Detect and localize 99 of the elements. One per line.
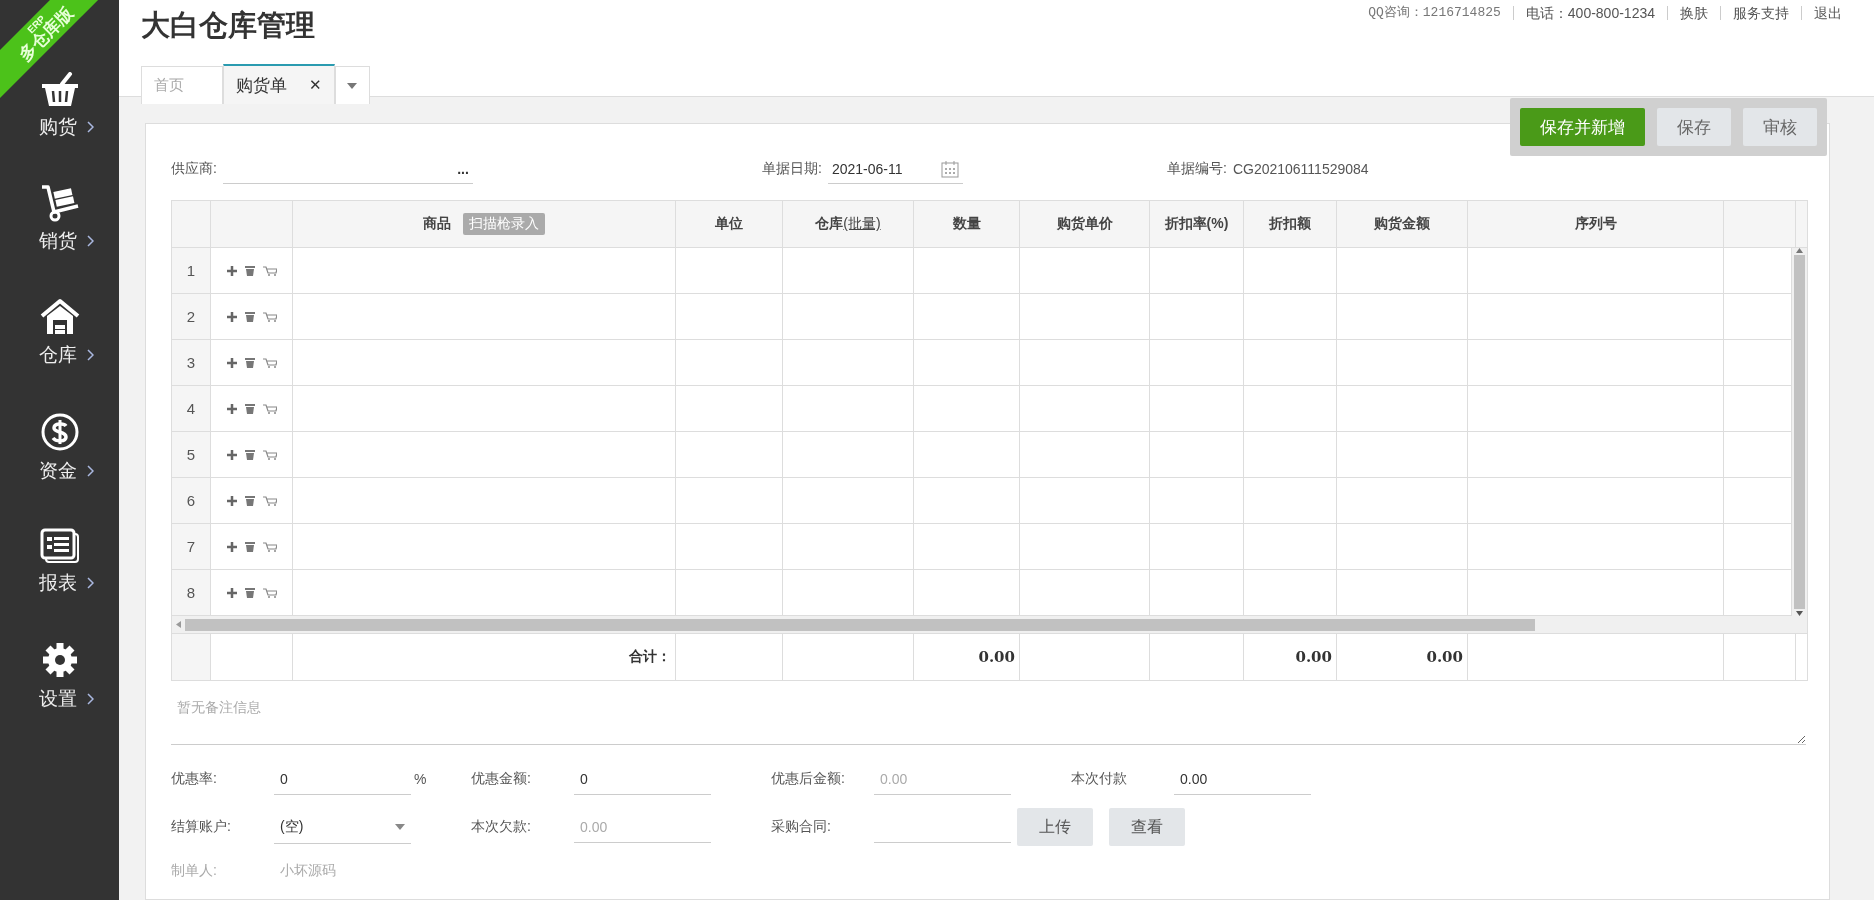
row-number: 7: [172, 524, 211, 570]
total-value: 0.00: [1244, 634, 1337, 680]
trash-icon[interactable]: [244, 403, 255, 414]
field-label: 本次欠款:: [471, 818, 532, 836]
row-number: 5: [172, 432, 211, 478]
supplier-label: 供应商:: [171, 160, 217, 178]
chevron-icon: [87, 465, 94, 477]
header-link[interactable]: QQ咨询：1216714825: [1356, 6, 1513, 20]
row-number: 6: [172, 478, 211, 524]
date-label: 单据日期:: [762, 160, 822, 178]
cart-icon[interactable]: [262, 357, 277, 368]
add-icon[interactable]: [226, 587, 237, 598]
cart-icon[interactable]: [262, 449, 277, 460]
header-link[interactable]: 换肤: [1667, 6, 1720, 20]
tab[interactable]: 购货单 ✕: [223, 64, 335, 104]
cart-icon[interactable]: [262, 495, 277, 506]
sidebar-item[interactable]: 设置: [9, 640, 110, 712]
vertical-scrollbar[interactable]: [1791, 248, 1807, 616]
trash-icon[interactable]: [244, 541, 255, 552]
caret-icon: [395, 823, 405, 830]
field-label: 制单人:: [171, 862, 218, 880]
app-title: 大白仓库管理: [141, 8, 316, 43]
cart-icon[interactable]: [262, 265, 277, 276]
house-icon: [39, 298, 80, 336]
caret-icon: [347, 82, 358, 89]
field-label: 优惠率:: [171, 770, 218, 788]
trash-icon[interactable]: [244, 357, 255, 368]
total-value: 0.00: [914, 634, 1020, 680]
sidebar-item[interactable]: 销货: [9, 184, 110, 254]
sidebar-item[interactable]: 报表: [9, 528, 110, 596]
field-label: 采购合同:: [771, 818, 832, 836]
row-number: 2: [172, 294, 211, 340]
toolbar-button[interactable]: 审核: [1743, 108, 1817, 146]
trash-icon[interactable]: [244, 495, 255, 506]
chevron-icon: [87, 693, 94, 705]
chevron-icon: [87, 235, 94, 247]
row-number: 1: [172, 248, 211, 294]
column-header: 折扣额: [1244, 201, 1337, 247]
number-label: 单据编号:: [1167, 160, 1227, 178]
scroll-left-icon[interactable]: [176, 621, 181, 628]
add-icon[interactable]: [226, 449, 237, 460]
number-value: CG202106111529084: [1232, 161, 1369, 177]
percent-sign: %: [414, 771, 427, 787]
dollar-icon: [39, 412, 80, 452]
calendar-icon[interactable]: [940, 159, 959, 178]
row-number: 3: [172, 340, 211, 386]
horizontal-scrollbar[interactable]: [172, 616, 1807, 634]
chevron-icon: [87, 577, 94, 589]
column-header: 购货金额: [1337, 201, 1468, 247]
contract-button[interactable]: 上传: [1017, 808, 1093, 846]
field-label: 结算账户:: [171, 818, 232, 836]
add-icon[interactable]: [226, 311, 237, 322]
trash-icon[interactable]: [244, 265, 255, 276]
row-number: 4: [172, 386, 211, 432]
trash-icon[interactable]: [244, 449, 255, 460]
date-field[interactable]: 2021-06-11: [827, 154, 963, 184]
header-link[interactable]: 电话：400-800-1234: [1512, 6, 1667, 20]
column-header: 仓库(批量): [783, 201, 914, 247]
column-header: 商品: [423, 215, 451, 233]
cart-icon[interactable]: [262, 587, 277, 598]
column-header: 数量: [914, 201, 1020, 247]
add-icon[interactable]: [226, 403, 237, 414]
row-number: 8: [172, 570, 211, 616]
chevron-icon: [87, 349, 94, 361]
header-link[interactable]: 退出: [1801, 6, 1854, 20]
field-label: 优惠后金额:: [771, 770, 846, 788]
cart-icon[interactable]: [262, 541, 277, 552]
supplier-field[interactable]: ...: [222, 154, 473, 184]
add-icon[interactable]: [226, 541, 237, 552]
field-label: 本次付款: [1071, 770, 1128, 788]
contract-button[interactable]: 查看: [1109, 808, 1185, 846]
close-icon[interactable]: ✕: [309, 76, 322, 94]
cart-icon[interactable]: [262, 311, 277, 322]
toolbar-button[interactable]: 保存: [1657, 108, 1731, 146]
add-icon[interactable]: [226, 495, 237, 506]
tab-menu-button[interactable]: [334, 66, 370, 104]
sidebar-item[interactable]: 购货: [9, 72, 110, 140]
save-new-button[interactable]: 保存并新增: [1520, 108, 1645, 146]
column-header: 折扣率(%): [1150, 201, 1244, 247]
field-label: 优惠金额:: [471, 770, 532, 788]
column-header: 序列号: [1468, 201, 1724, 247]
report-icon: [39, 528, 80, 564]
trash-icon[interactable]: [244, 311, 255, 322]
sidebar-item[interactable]: 资金: [9, 412, 110, 484]
sidebar-item[interactable]: 仓库: [9, 298, 110, 368]
account-select[interactable]: (空): [274, 810, 411, 844]
basket-icon: [39, 72, 80, 108]
total-value: 0.00: [1337, 634, 1468, 680]
creator-name: 小坏源码: [279, 862, 336, 880]
column-header: 单位: [676, 201, 783, 247]
hand-truck-icon: [39, 184, 80, 222]
header-link[interactable]: 服务支持: [1720, 6, 1801, 20]
cart-icon[interactable]: [262, 403, 277, 414]
add-icon[interactable]: [226, 357, 237, 368]
column-header: 购货单价: [1020, 201, 1150, 247]
total-label: 合计：: [293, 634, 676, 680]
trash-icon[interactable]: [244, 587, 255, 598]
add-icon[interactable]: [226, 265, 237, 276]
chevron-icon: [87, 121, 94, 133]
